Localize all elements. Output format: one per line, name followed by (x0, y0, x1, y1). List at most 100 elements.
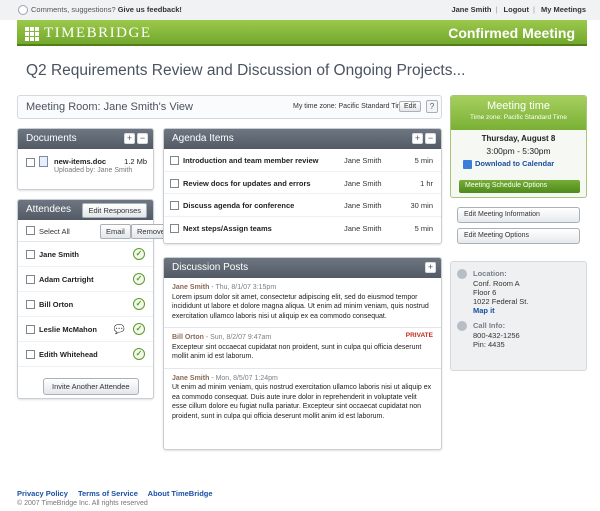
attendee-checkbox[interactable] (26, 300, 35, 309)
agenda-row: Next steps/Assign teams Jane Smith 5 min (164, 217, 441, 240)
agenda-row: Introduction and team member review Jane… (164, 149, 441, 172)
call-line: Pin: 4435 (473, 340, 505, 349)
help-icon[interactable]: ? (426, 100, 438, 113)
agenda-checkbox[interactable] (170, 156, 179, 165)
agenda-item: Review docs for updates and errors (183, 178, 311, 188)
meeting-status: Confirmed Meeting (448, 25, 575, 41)
top-bar: Comments, suggestions? Give us feedback!… (0, 0, 600, 20)
post-author: Jane Smith (172, 374, 210, 382)
agenda-header: Agenda Items + − (164, 129, 441, 149)
agenda-checkbox[interactable] (170, 223, 179, 233)
meeting-day: Thursday, August 8 (481, 134, 556, 143)
calendar-icon (463, 159, 472, 169)
location-panel: Location: Conf. Room A Floor 6 1022 Fede… (450, 261, 587, 371)
edit-timezone-button[interactable]: Edit (399, 101, 422, 112)
meeting-time-timezone: Time zone: Pacific Standard Time (470, 114, 567, 121)
attendee-row: Bill Orton ✓ (18, 292, 153, 317)
about-link[interactable]: About TimeBridge (148, 489, 213, 498)
location-label: Location: (473, 269, 507, 278)
agenda-item: Introduction and team member review (183, 156, 319, 165)
post-date: - Mon, 8/5/07 1:24pm (209, 374, 278, 382)
map-it-link[interactable]: Map it (473, 306, 495, 316)
documents-panel: Documents + − new-items.doc 1.2 Mb Uploa… (17, 128, 154, 190)
attendee-row: Edith Whitehead ✓ (18, 342, 153, 367)
edit-responses-button[interactable]: Edit Responses (82, 203, 147, 218)
agenda-duration: 5 min (414, 223, 433, 233)
add-icon[interactable]: + (124, 133, 135, 144)
collapse-icon[interactable]: − (425, 133, 436, 144)
meeting-time-title: Meeting time (487, 100, 550, 112)
schedule-options-button[interactable]: Meeting Schedule Options (459, 180, 580, 193)
download-calendar-label: Download to Calendar (475, 159, 555, 168)
post-body: Lorem ipsum dolor sit amet, consectetur … (172, 293, 429, 320)
terms-link[interactable]: Terms of Service (78, 489, 138, 498)
agenda-row: Discuss agenda for conference Jane Smith… (164, 194, 441, 217)
timebridge-logo[interactable]: TIMEBRIDGE (25, 25, 152, 42)
download-calendar-link[interactable]: Download to Calendar (463, 159, 554, 169)
feedback-link[interactable]: Give us feedback! (118, 5, 182, 14)
discussion-post: PRIVATE Bill Orton - Sun, 8/2/07 9:47am … (164, 328, 441, 369)
discussion-post: Jane Smith - Mon, 8/5/07 1:24pm Ut enim … (164, 369, 441, 428)
invite-attendee-button[interactable]: Invite Another Attendee (43, 378, 139, 395)
documents-title: Documents (26, 133, 77, 144)
divider: | (495, 5, 498, 14)
attendee-name: Leslie McMahon (39, 325, 97, 334)
copyright: © 2007 TimeBridge Inc. All rights reserv… (17, 500, 148, 507)
agenda-owner: Jane Smith (344, 178, 382, 188)
attendee-checkbox[interactable] (26, 250, 35, 259)
post-meta: Jane Smith - Thu, 8/1/07 3:15pm (172, 283, 433, 293)
post-meta: Jane Smith - Mon, 8/5/07 1:24pm (172, 374, 433, 384)
attendee-checkbox[interactable] (26, 350, 35, 359)
privacy-policy-link[interactable]: Privacy Policy (17, 489, 68, 498)
collapse-icon[interactable]: − (137, 133, 148, 144)
call-info-label: Call Info: (473, 321, 506, 330)
page-title: Q2 Requirements Review and Discussion of… (26, 62, 466, 79)
add-icon[interactable]: + (412, 133, 423, 144)
attendee-checkbox[interactable] (26, 325, 35, 334)
attendees-title: Attendees (26, 204, 72, 215)
post-author: Bill Orton (172, 334, 204, 341)
comment-bubble-icon[interactable]: 💬 (114, 324, 125, 335)
discussion-header: Discussion Posts + (164, 258, 441, 278)
agenda-owner: Jane Smith (344, 223, 382, 233)
post-date: - Thu, 8/1/07 3:15pm (209, 284, 277, 291)
attendees-header: Attendees Edit Responses (18, 200, 153, 220)
document-row: new-items.doc 1.2 Mb Uploaded by: Jane S… (18, 149, 153, 185)
document-checkbox[interactable] (26, 158, 35, 167)
accepted-check-icon: ✓ (133, 348, 145, 360)
document-name[interactable]: new-items.doc (54, 157, 106, 166)
accepted-check-icon: ✓ (133, 248, 145, 260)
comment-icon (18, 5, 28, 16)
user-name: Jane Smith (451, 5, 492, 14)
post-date: - Sun, 8/2/07 9:47am (203, 334, 272, 341)
logo-grid-icon (25, 26, 39, 41)
logout-link[interactable]: Logout (504, 5, 529, 14)
agenda-panel: Agenda Items + − Introduction and team m… (163, 128, 442, 244)
attendee-row: Jane Smith ✓ (18, 242, 153, 267)
attendee-name: Adam Cartright (39, 275, 94, 284)
user-links: Jane Smith | Logout | My Meetings (447, 5, 586, 14)
divider: | (532, 5, 535, 14)
document-size: 1.2 Mb (124, 157, 147, 166)
agenda-title: Agenda Items (172, 133, 234, 144)
my-meetings-link[interactable]: My Meetings (541, 5, 586, 14)
meeting-room-bar: Meeting Room: Jane Smith's View My time … (17, 95, 442, 119)
select-all-checkbox[interactable] (26, 226, 35, 235)
logo-text: TIMEBRIDGE (44, 25, 152, 41)
attendee-checkbox[interactable] (26, 275, 35, 284)
attendee-toolbar: Select All Email Remove (18, 220, 171, 242)
attendee-row: Adam Cartright ✓ (18, 267, 153, 292)
attendee-name: Edith Whitehead (39, 350, 98, 359)
phone-icon (457, 321, 467, 331)
edit-meeting-info-button[interactable]: Edit Meeting Information (457, 207, 580, 223)
email-button[interactable]: Email (100, 224, 131, 239)
agenda-owner: Jane Smith (344, 156, 382, 165)
add-icon[interactable]: + (425, 262, 436, 273)
edit-meeting-options-button[interactable]: Edit Meeting Options (457, 228, 580, 244)
feedback-prefix: Comments, suggestions? (31, 5, 116, 14)
post-body: Excepteur sint occaecat cupidatat non pr… (172, 343, 422, 361)
location-pin-icon (457, 269, 467, 279)
discussion-panel: Discussion Posts + Jane Smith - Thu, 8/1… (163, 257, 442, 450)
agenda-checkbox[interactable] (170, 178, 179, 188)
agenda-checkbox[interactable] (170, 201, 179, 210)
